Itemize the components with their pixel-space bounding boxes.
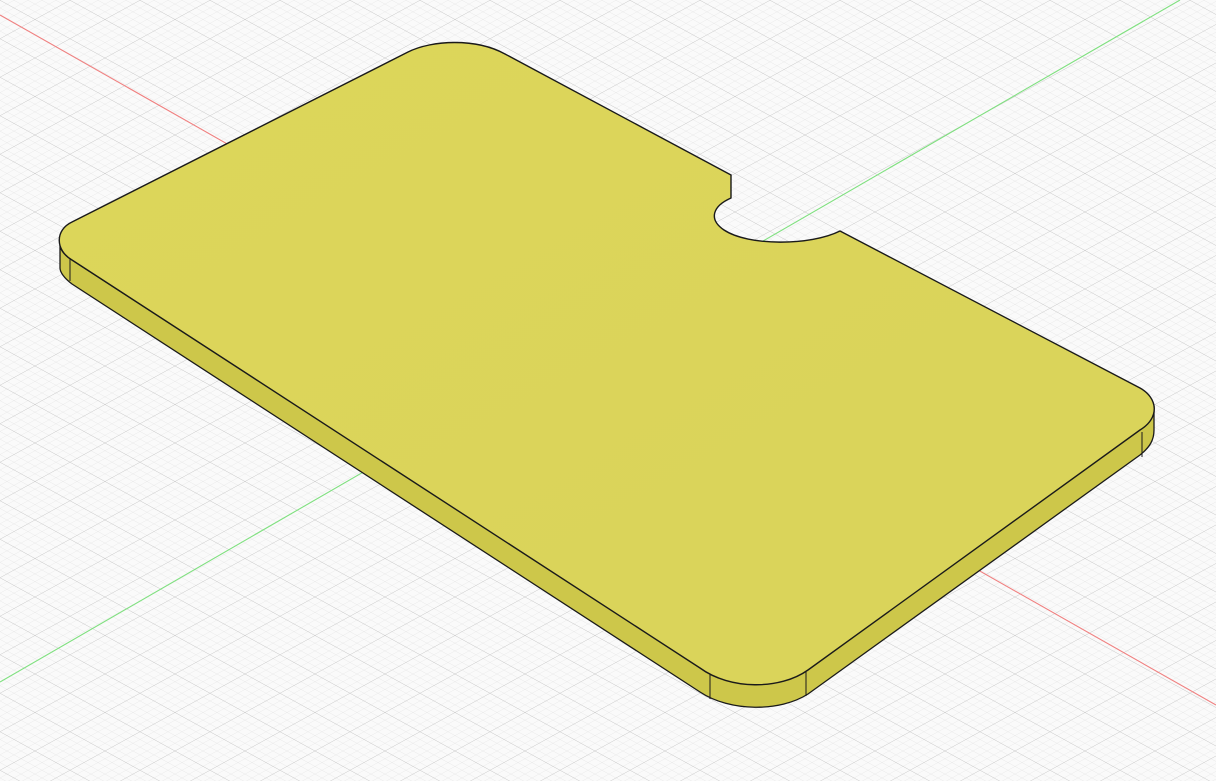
3d-viewport[interactable]: [0, 0, 1216, 781]
viewport-canvas[interactable]: [0, 0, 1216, 781]
